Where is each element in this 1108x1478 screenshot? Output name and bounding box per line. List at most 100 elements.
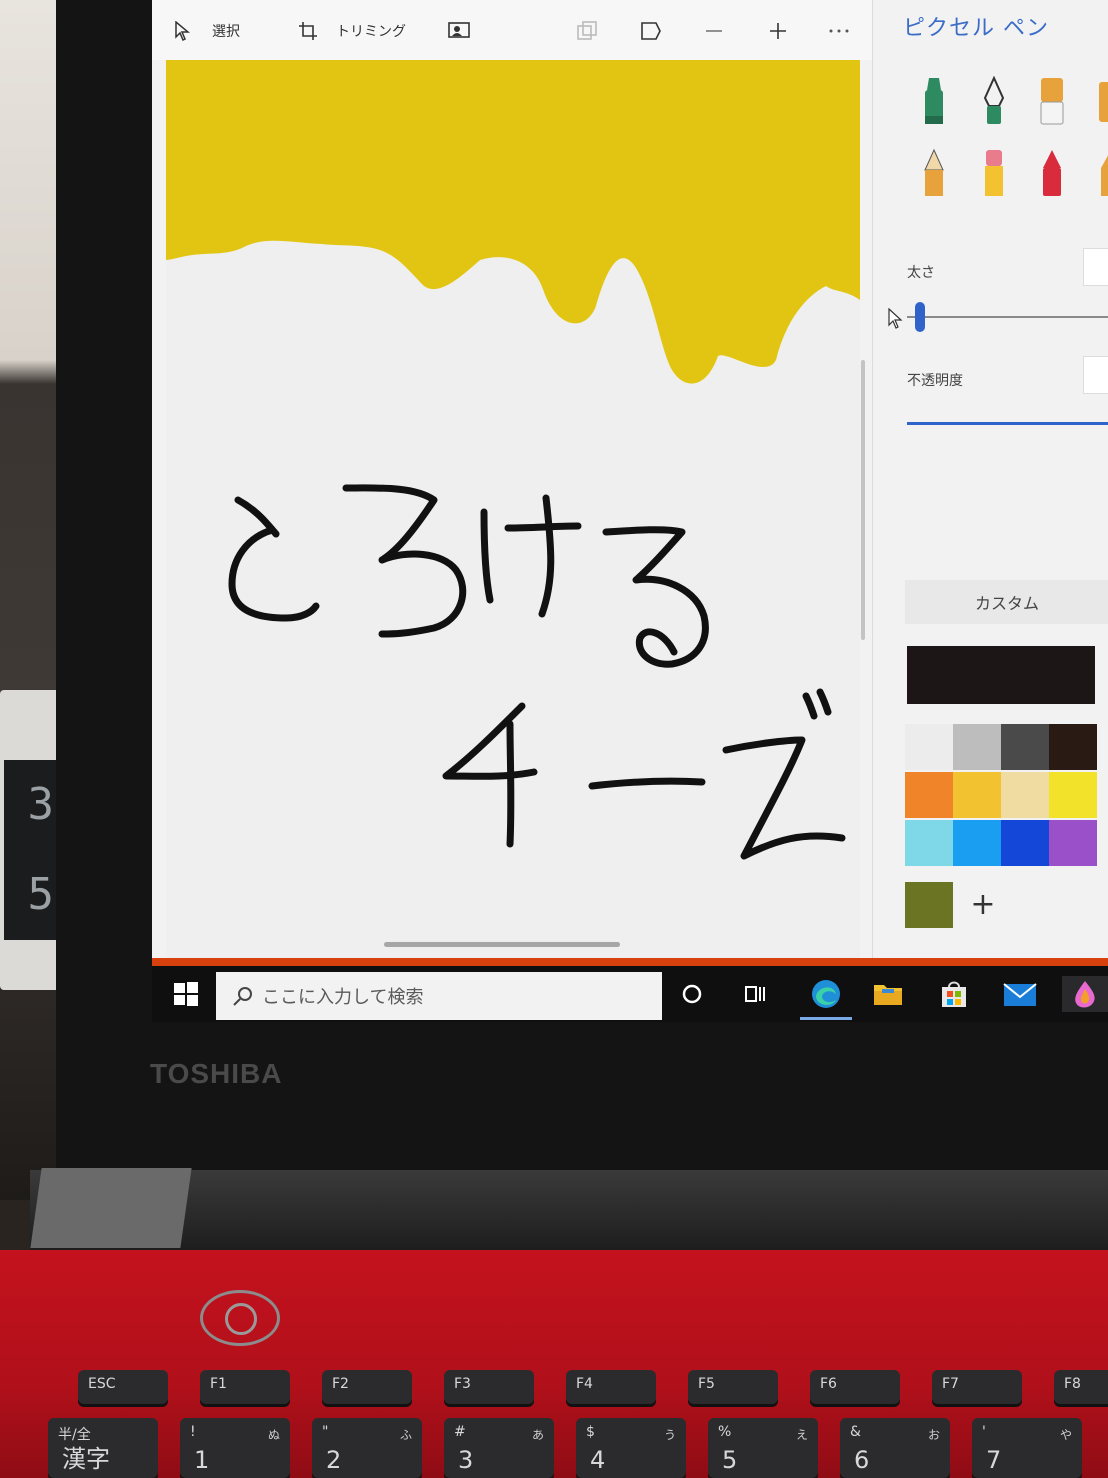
palette-swatch[interactable] [905,724,953,770]
key-number: 4 [590,1446,606,1474]
pencil-tool[interactable] [917,148,951,200]
key-kana: お [927,1428,940,1442]
panel-title: ピクセル ペン [903,16,1049,41]
key-symbol: & [850,1424,861,1440]
number-key[interactable]: $4 う [576,1418,686,1478]
key-symbol: ! [190,1424,196,1440]
number-key[interactable]: 半/全 漢字 [48,1418,158,1478]
function-key[interactable]: F7 [932,1370,1022,1404]
brush-tool-partial[interactable] [1093,76,1108,128]
palette-swatch[interactable] [953,772,1001,818]
zoom-in-button[interactable] [768,16,788,46]
current-color-swatch [907,646,1095,704]
function-key[interactable]: F3 [444,1370,534,1404]
key-number: 6 [854,1446,870,1474]
palette-swatch[interactable] [953,820,1001,866]
thickness-value-box[interactable] [1083,248,1108,286]
horizontal-scrollbar[interactable] [384,942,620,947]
cheese-drip-shape [166,60,860,384]
circle-icon [682,984,702,1004]
key-kana: え [795,1428,808,1442]
add-color-symbol: + [970,886,996,922]
magic-select-icon [448,22,470,38]
oil-brush-tool[interactable] [1035,76,1069,128]
palette-swatch[interactable] [1049,772,1097,818]
search-placeholder: ここに入力して検索 [262,987,424,1008]
handwritten-chi [442,702,538,848]
thickness-label: 太さ [907,265,935,281]
function-key[interactable]: F5 [688,1370,778,1404]
number-key[interactable]: " 2 ふ [312,1418,422,1478]
start-button[interactable] [172,980,200,1008]
store-bag-icon [942,981,966,1007]
palette-swatch[interactable] [905,772,953,818]
trim-button[interactable]: トリミング [298,16,406,46]
marker-tool[interactable] [917,76,951,128]
add-color-button[interactable]: + [963,884,1003,924]
drawing-canvas[interactable] [166,60,860,958]
taskbar-mail[interactable] [1000,976,1040,1012]
taskbar: ここに入力して検索 [152,966,1108,1022]
palette-swatch[interactable] [953,724,1001,770]
handwritten-to [228,496,320,622]
zoom-out-button[interactable] [704,16,724,46]
function-key[interactable]: F6 [810,1370,900,1404]
function-key-label: F6 [820,1376,837,1392]
function-key[interactable]: ESC [78,1370,168,1404]
taskbar-search[interactable]: ここに入力して検索 [216,972,662,1020]
number-key[interactable]: #3 あ [444,1418,554,1478]
taskbar-store[interactable] [934,976,974,1012]
task-view-button[interactable] [736,976,776,1012]
accent-strip [152,958,1108,966]
task-view-icon [745,986,765,1002]
thickness-slider-thumb[interactable] [915,302,925,332]
key-symbol: # [454,1424,466,1440]
select-label: 選択 [212,24,240,40]
handwritten-zu [722,688,846,860]
copy-button[interactable] [576,16,598,46]
pixel-pen-partial-icon [1101,155,1108,196]
custom-color-swatch[interactable] [905,882,953,928]
taskbar-edge[interactable] [800,976,852,1020]
crayon-tool[interactable] [1035,148,1069,200]
function-key[interactable]: F1 [200,1370,290,1404]
pixel-pen-tool-partial[interactable] [1093,148,1108,200]
opacity-slider[interactable] [907,422,1108,425]
custom-color-button[interactable]: カスタム [905,580,1108,624]
number-key[interactable]: ' 7 や [972,1418,1082,1478]
number-key[interactable]: % 5 え [708,1418,818,1478]
function-key[interactable]: F4 [566,1370,656,1404]
taskbar-paint3d[interactable] [1062,976,1108,1012]
function-key-label: F4 [576,1376,593,1392]
number-key[interactable]: ! 1 ぬ [180,1418,290,1478]
trim-label: トリミング [336,24,406,40]
function-key[interactable]: F2 [322,1370,412,1404]
palette-swatch[interactable] [1001,724,1049,770]
palette-swatch[interactable] [905,820,953,866]
minus-icon [706,30,722,32]
palette-swatch[interactable] [1049,724,1097,770]
function-key[interactable]: F8 [1054,1370,1108,1404]
cortana-button[interactable] [672,976,712,1012]
view-3d-button[interactable] [640,16,662,46]
magic-select-button[interactable] [448,16,470,46]
crop-icon [299,22,317,40]
handwritten-ru [602,526,709,668]
thickness-slider[interactable] [907,316,1108,318]
oil-brush-icon [1040,78,1064,125]
select-tool-button[interactable]: 選択 [174,16,240,46]
eraser-tool[interactable] [977,148,1011,200]
number-key[interactable]: & 6 お [840,1418,950,1478]
vertical-scrollbar[interactable] [861,360,865,640]
palette-swatch[interactable] [1001,820,1049,866]
calligraphy-pen-tool[interactable] [977,75,1011,128]
palette-swatch[interactable] [1049,820,1097,866]
brand-logo: TOSHIBA [150,1058,283,1089]
fountain-pen-icon [983,75,1005,124]
more-button[interactable] [828,16,850,46]
power-button[interactable] [200,1290,280,1346]
palette-swatch[interactable] [1001,772,1049,818]
taskbar-explorer[interactable] [868,976,908,1012]
function-key-label: F7 [942,1376,959,1392]
opacity-value-box[interactable] [1083,356,1108,394]
